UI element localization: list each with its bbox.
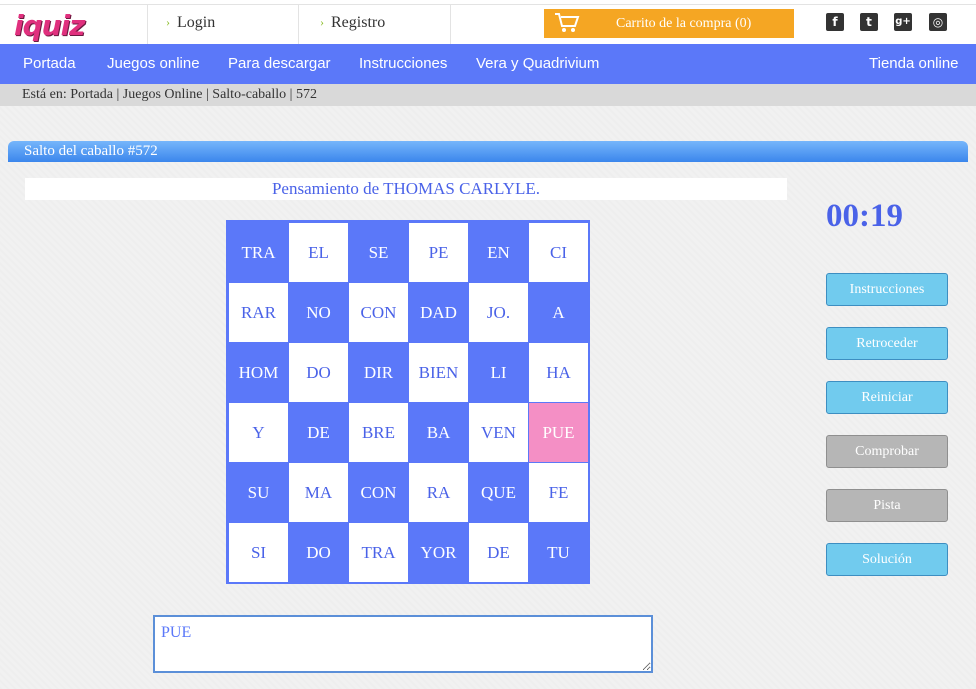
cart-label: Carrito de la compra (0) [616,16,752,31]
grid-cell[interactable]: YOR [409,523,468,582]
grid-cell[interactable]: LI [469,343,528,402]
grid-cell[interactable]: TRA [229,223,288,282]
back-button[interactable]: Retroceder [826,327,948,360]
top-bar: iquiz › Login › Registro Carrito de la com… [0,0,976,44]
divider [450,5,451,44]
restart-button[interactable]: Reiniciar [826,381,948,414]
page-title: Salto del caballo #572 [8,141,968,162]
grid-cell[interactable]: BA [409,403,468,462]
check-button[interactable]: Comprobar [826,435,948,468]
grid-cell[interactable]: DO [289,523,348,582]
answer-textarea[interactable] [153,615,653,673]
main-nav: Portada Juegos online Para descargar Ins… [0,44,976,84]
register-label: Registro [331,14,386,31]
shopping-cart-icon [554,12,580,39]
knight-jump-grid: TRA EL SE PE EN CI RAR NO CON DAD JO. A HOM DO DIR BIEN… [226,220,590,584]
grid-cell[interactable]: QUE [469,463,528,522]
nav-portada[interactable]: Portada [23,55,76,72]
hint-button[interactable]: Pista [826,489,948,522]
grid-cell[interactable]: DE [289,403,348,462]
grid-cell[interactable]: SU [229,463,288,522]
grid-cell[interactable]: HA [529,343,588,402]
divider [147,5,148,44]
grid-cell[interactable]: BIEN [409,343,468,402]
nav-para-descargar[interactable]: Para descargar [228,55,331,72]
grid-cell[interactable]: MA [289,463,348,522]
grid-cell[interactable]: Y [229,403,288,462]
grid-cell[interactable]: CON [349,283,408,342]
login-link[interactable]: › Login [166,14,215,32]
nav-tienda-online[interactable]: Tienda online [869,55,959,72]
logo[interactable]: iquiz [14,12,126,40]
nav-juegos-online[interactable]: Juegos online [107,55,200,72]
grid-cell[interactable]: TU [529,523,588,582]
register-link[interactable]: › Registro [320,14,385,32]
facebook-icon[interactable]: f [826,13,844,31]
google-plus-icon[interactable]: g+ [894,13,912,31]
grid-cell[interactable]: PE [409,223,468,282]
grid-cell[interactable]: CON [349,463,408,522]
grid-cell[interactable]: FE [529,463,588,522]
chevron-right-icon: › [320,15,324,29]
instagram-icon[interactable]: ◎ [929,13,947,31]
timer: 00:19 [826,198,903,234]
cart-button[interactable]: Carrito de la compra (0) [544,9,794,38]
chevron-right-icon: › [166,15,170,29]
grid-cell[interactable]: CI [529,223,588,282]
grid-cell[interactable]: RAR [229,283,288,342]
grid-cell[interactable]: DE [469,523,528,582]
grid-cell[interactable]: DO [289,343,348,402]
grid-cell[interactable]: VEN [469,403,528,462]
login-label: Login [177,14,216,31]
grid-cell[interactable]: EN [469,223,528,282]
grid-cell[interactable]: HOM [229,343,288,402]
puzzle-subtitle: Pensamiento de THOMAS CARLYLE. [271,179,541,198]
grid-cell[interactable]: RA [409,463,468,522]
divider [298,5,299,44]
grid-cell[interactable]: EL [289,223,348,282]
grid-cell[interactable]: JO. [469,283,528,342]
logo-text: iquiz [14,9,85,42]
instructions-button[interactable]: Instrucciones [826,273,948,306]
grid-cell[interactable]: DAD [409,283,468,342]
grid-cell[interactable]: DIR [349,343,408,402]
solution-button[interactable]: Solución [826,543,948,576]
grid-cell[interactable]: TRA [349,523,408,582]
grid-cell[interactable]: NO [289,283,348,342]
nav-instrucciones[interactable]: Instrucciones [359,55,447,72]
grid-cell[interactable]: SE [349,223,408,282]
grid-cell[interactable]: PUE [529,403,588,462]
grid-cell[interactable]: BRE [349,403,408,462]
grid-cell[interactable]: SI [229,523,288,582]
twitter-icon[interactable]: t [860,13,878,31]
breadcrumb: Está en: Portada | Juegos Online | Salto… [0,84,976,106]
grid-cell[interactable]: A [529,283,588,342]
nav-vera-quadrivium[interactable]: Vera y Quadrivium [476,55,599,72]
